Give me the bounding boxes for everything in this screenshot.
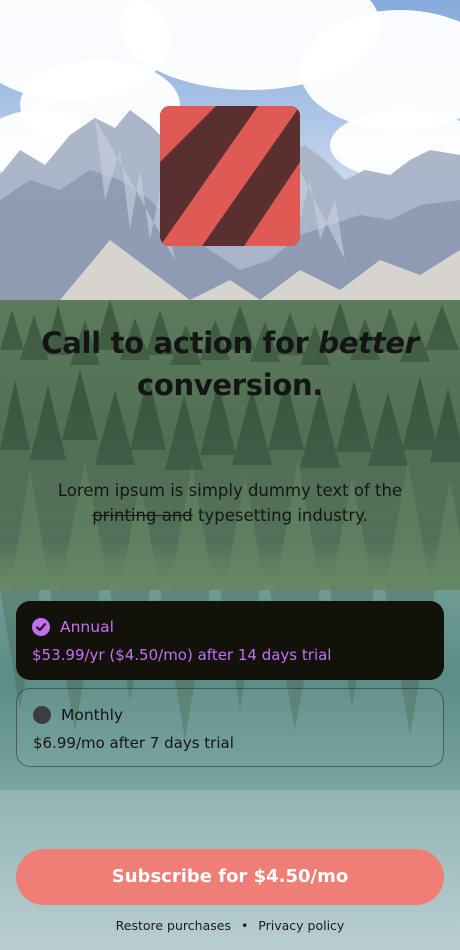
footer-links: Restore purchases • Privacy policy — [0, 918, 460, 933]
headline: Call to action for better conversion. — [20, 322, 440, 406]
plan-option-annual[interactable]: Annual $53.99/yr ($4.50/mo) after 14 day… — [16, 601, 444, 680]
plan-price: $6.99/mo after 7 days trial — [33, 734, 234, 752]
plan-price: $53.99/yr ($4.50/mo) after 14 days trial — [32, 646, 332, 664]
description-part1: Lorem ipsum is simply dummy text of the — [57, 481, 403, 500]
plan-option-monthly[interactable]: Monthly $6.99/mo after 7 days trial — [16, 688, 444, 767]
headline-emphasis: better — [318, 326, 419, 360]
footer-separator: • — [240, 918, 249, 933]
description-text: Lorem ipsum is simply dummy text of the … — [30, 478, 430, 528]
restore-purchases-link[interactable]: Restore purchases — [116, 918, 231, 933]
app-logo — [160, 106, 300, 246]
subscribe-button[interactable]: Subscribe for $4.50/mo — [16, 849, 444, 905]
headline-part1: Call to action for — [41, 326, 319, 360]
striped-logo-icon — [160, 106, 300, 246]
empty-circle-icon — [33, 706, 51, 724]
headline-part2: conversion. — [136, 368, 324, 402]
plan-name: Annual — [60, 618, 114, 636]
privacy-policy-link[interactable]: Privacy policy — [258, 918, 344, 933]
check-circle-icon — [32, 618, 50, 636]
description-part2: typesetting industry. — [192, 506, 368, 525]
plan-name: Monthly — [61, 706, 124, 724]
description-strikethrough: printing and — [92, 506, 193, 525]
